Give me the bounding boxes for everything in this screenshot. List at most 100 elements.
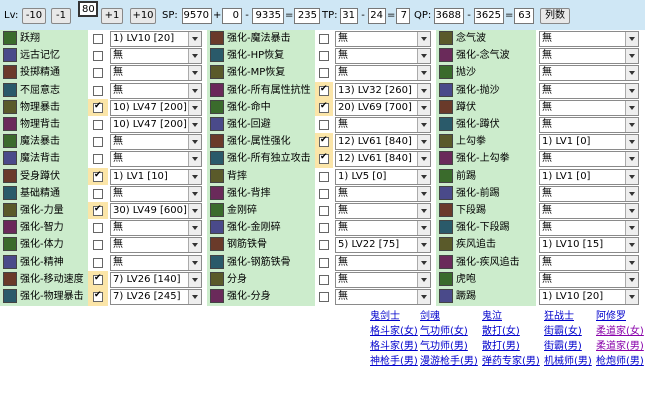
skill-level-select[interactable]: 無: [539, 151, 639, 167]
lv-minus1-button[interactable]: -1: [51, 8, 71, 24]
skill-checkbox[interactable]: [319, 51, 329, 61]
list-button[interactable]: 列数: [540, 8, 570, 24]
skill-level-select[interactable]: 無: [110, 134, 202, 150]
class-link[interactable]: 气功师(男): [420, 337, 468, 352]
class-link[interactable]: 柔道家(男): [596, 337, 644, 352]
class-link[interactable]: 气功师(女): [420, 322, 468, 337]
skill-level-select[interactable]: 無: [539, 48, 639, 64]
skill-level-select[interactable]: 無: [539, 31, 639, 47]
skill-level-select[interactable]: 7) LV26 [140]: [110, 272, 202, 288]
skill-checkbox[interactable]: [319, 258, 329, 268]
class-link[interactable]: 阿修罗: [596, 307, 626, 322]
skill-checkbox[interactable]: [93, 258, 103, 268]
skill-checkbox[interactable]: [319, 206, 329, 216]
skill-checkbox[interactable]: [93, 240, 103, 250]
skill-level-select[interactable]: 無: [110, 151, 202, 167]
skill-level-select[interactable]: 20) LV69 [700]: [335, 100, 431, 116]
skill-checkbox[interactable]: [93, 170, 103, 182]
skill-level-select[interactable]: 無: [335, 117, 431, 133]
skill-level-select[interactable]: 無: [335, 203, 431, 219]
skill-checkbox[interactable]: [319, 275, 329, 285]
qp-total-input[interactable]: 3688: [434, 8, 464, 24]
skill-level-select[interactable]: 無: [539, 117, 639, 133]
skill-checkbox[interactable]: [93, 68, 103, 78]
skill-level-select[interactable]: 1) LV1 [0]: [539, 134, 639, 150]
lv-input[interactable]: 80: [78, 1, 98, 17]
skill-level-select[interactable]: 1) LV10 [15]: [539, 237, 639, 253]
skill-checkbox[interactable]: [319, 135, 329, 147]
class-link[interactable]: 格斗家(男): [370, 337, 418, 352]
skill-checkbox[interactable]: [319, 68, 329, 78]
sp-left-input[interactable]: 235: [294, 8, 320, 24]
skill-level-select[interactable]: 無: [335, 220, 431, 236]
skill-level-select[interactable]: 5) LV22 [75]: [335, 237, 431, 253]
lv-minus10-button[interactable]: -10: [22, 8, 46, 24]
skill-checkbox[interactable]: [319, 152, 329, 164]
skill-level-select[interactable]: 無: [335, 255, 431, 271]
skill-checkbox[interactable]: [319, 189, 329, 199]
class-link[interactable]: 漫游枪手(男): [420, 352, 478, 367]
skill-level-select[interactable]: 無: [539, 203, 639, 219]
skill-level-select[interactable]: 無: [335, 48, 431, 64]
class-link[interactable]: 散打(男): [482, 337, 520, 352]
class-link[interactable]: 狂战士: [544, 307, 574, 322]
skill-checkbox[interactable]: [319, 223, 329, 233]
skill-level-select[interactable]: 無: [539, 83, 639, 99]
skill-level-select[interactable]: 無: [110, 65, 202, 81]
skill-checkbox[interactable]: [93, 120, 103, 130]
skill-level-select[interactable]: 無: [539, 220, 639, 236]
class-link[interactable]: 鬼泣: [482, 307, 502, 322]
class-link[interactable]: 机械师(男): [544, 352, 592, 367]
skill-checkbox[interactable]: [319, 240, 329, 250]
skill-checkbox[interactable]: [93, 34, 103, 44]
skill-checkbox[interactable]: [93, 223, 103, 233]
skill-level-select[interactable]: 1) LV1 [0]: [539, 169, 639, 185]
skill-level-select[interactable]: 無: [110, 220, 202, 236]
skill-checkbox[interactable]: [93, 137, 103, 147]
skill-checkbox[interactable]: [93, 154, 103, 164]
sp-total-input[interactable]: 9570: [182, 8, 212, 24]
skill-level-select[interactable]: 7) LV26 [245]: [110, 289, 202, 305]
skill-level-select[interactable]: 無: [539, 186, 639, 202]
class-link[interactable]: 鬼剑士: [370, 307, 400, 322]
class-link[interactable]: 街霸(女): [544, 322, 582, 337]
class-link[interactable]: 散打(女): [482, 322, 520, 337]
skill-checkbox[interactable]: [319, 172, 329, 182]
skill-level-select[interactable]: 10) LV47 [200]: [110, 117, 202, 133]
skill-level-select[interactable]: 無: [539, 100, 639, 116]
lv-plus1-button[interactable]: +1: [101, 8, 123, 24]
skill-checkbox[interactable]: [93, 101, 103, 113]
skill-level-select[interactable]: 30) LV49 [600]: [110, 203, 202, 219]
skill-checkbox[interactable]: [319, 34, 329, 44]
skill-level-select[interactable]: 無: [335, 186, 431, 202]
qp-used-input[interactable]: 3625: [474, 8, 504, 24]
skill-level-select[interactable]: 1) LV5 [0]: [335, 169, 431, 185]
skill-level-select[interactable]: 12) LV61 [840]: [335, 151, 431, 167]
skill-level-select[interactable]: 無: [539, 272, 639, 288]
skill-level-select[interactable]: 1) LV10 [20]: [539, 289, 639, 305]
class-link[interactable]: 弹药专家(男): [482, 352, 540, 367]
class-link[interactable]: 街霸(男): [544, 337, 582, 352]
skill-level-select[interactable]: 1) LV10 [20]: [110, 31, 202, 47]
skill-checkbox[interactable]: [93, 51, 103, 61]
class-link[interactable]: 枪炮师(男): [596, 352, 644, 367]
sp-bonus-input[interactable]: 0: [222, 8, 242, 24]
skill-checkbox[interactable]: [93, 273, 103, 285]
skill-level-select[interactable]: 12) LV61 [840]: [335, 134, 431, 150]
skill-checkbox[interactable]: [93, 204, 103, 216]
skill-checkbox[interactable]: [319, 292, 329, 302]
skill-level-select[interactable]: 1) LV1 [10]: [110, 169, 202, 185]
skill-level-select[interactable]: 無: [335, 289, 431, 305]
skill-level-select[interactable]: 無: [335, 272, 431, 288]
skill-level-select[interactable]: 無: [110, 186, 202, 202]
skill-level-select[interactable]: 無: [110, 48, 202, 64]
skill-checkbox[interactable]: [93, 86, 103, 96]
skill-level-select[interactable]: 無: [335, 65, 431, 81]
tp-left-input[interactable]: 7: [396, 8, 410, 24]
skill-checkbox[interactable]: [319, 101, 329, 113]
skill-checkbox[interactable]: [93, 290, 103, 302]
sp-used-input[interactable]: 9335: [252, 8, 284, 24]
tp-used-input[interactable]: 24: [368, 8, 386, 24]
skill-level-select[interactable]: 無: [110, 237, 202, 253]
lv-plus10-button[interactable]: +10: [130, 8, 156, 24]
